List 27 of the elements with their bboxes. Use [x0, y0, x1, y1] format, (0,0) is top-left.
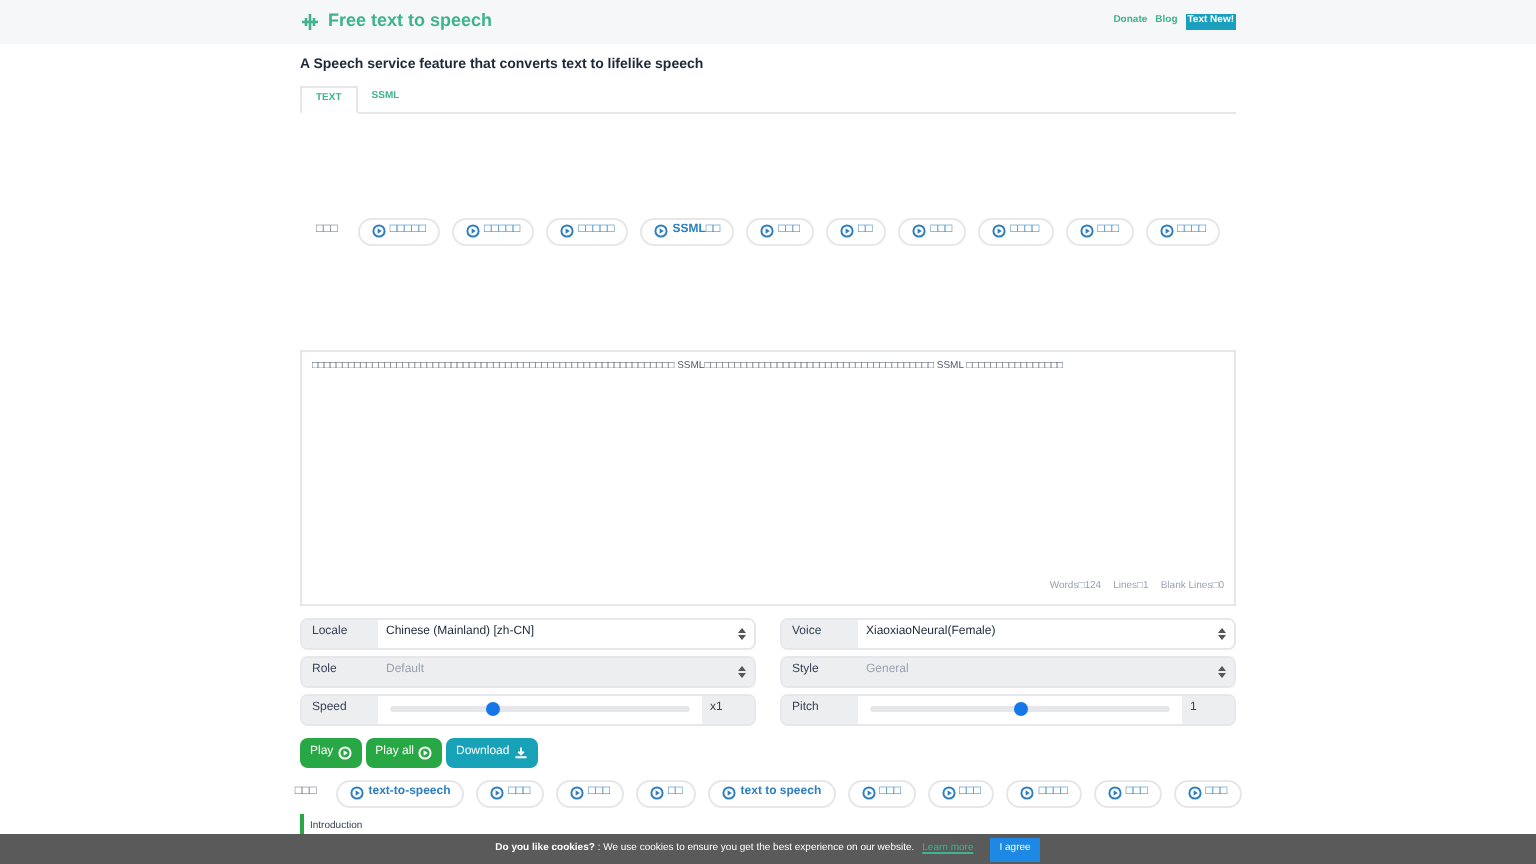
play-circle-icon — [350, 786, 365, 800]
play-circle-icon — [1159, 224, 1174, 238]
play-circle-icon — [570, 786, 585, 800]
play-circle-icon — [722, 786, 737, 800]
play-circle-icon — [650, 786, 665, 800]
brand-title[interactable]: Free text to speech — [328, 8, 493, 36]
play-circle-icon — [1187, 786, 1202, 800]
waveform-icon — [300, 12, 320, 32]
play-circle-icon — [465, 224, 480, 238]
play-circle-icon — [560, 224, 575, 238]
play-circle-icon — [418, 745, 433, 759]
play-circle-icon — [1020, 786, 1035, 800]
play-circle-icon — [861, 786, 876, 800]
play-circle-icon — [654, 224, 669, 238]
play-circle-icon — [371, 224, 386, 238]
play-circle-icon — [1079, 224, 1094, 238]
play-circle-icon — [760, 224, 775, 238]
play-circle-icon — [337, 745, 352, 759]
slider-thumb[interactable] — [1013, 702, 1027, 716]
download-icon — [513, 745, 528, 759]
play-circle-icon — [490, 786, 505, 800]
play-circle-icon — [840, 224, 855, 238]
play-circle-icon — [992, 224, 1007, 238]
play-circle-icon — [1107, 786, 1122, 800]
play-circle-icon — [912, 224, 927, 238]
slider-thumb[interactable] — [485, 702, 499, 716]
play-circle-icon — [941, 786, 955, 800]
